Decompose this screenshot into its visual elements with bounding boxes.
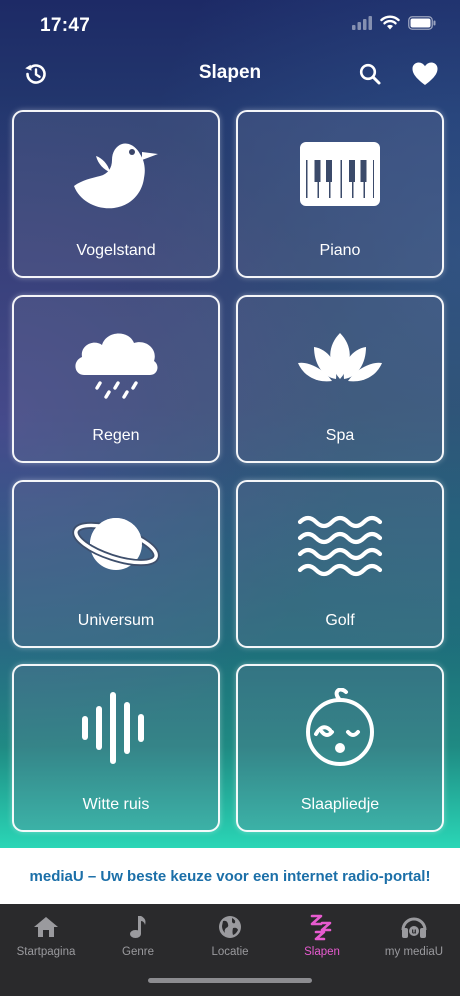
tab-label: Slapen xyxy=(304,946,340,958)
bird-icon xyxy=(74,143,158,209)
status-time: 17:47 xyxy=(40,15,91,36)
globe-icon xyxy=(219,916,241,938)
page-title: Slapen xyxy=(198,62,262,83)
home-indicator[interactable] xyxy=(148,978,312,983)
lotus-icon xyxy=(298,333,382,382)
tab-label: my mediaU xyxy=(384,946,444,958)
favorites-button[interactable] xyxy=(411,60,439,88)
tile-label: Slaapliedje xyxy=(300,796,380,813)
tab-label: Genre xyxy=(122,946,154,958)
tile-piano[interactable]: Piano xyxy=(236,110,444,278)
tab-genre[interactable]: Genre xyxy=(92,912,184,968)
status-bar: 17:47 xyxy=(0,0,460,48)
tile-slaapliedje[interactable]: Slaapliedje xyxy=(236,664,444,832)
tile-golf[interactable]: Golf xyxy=(236,480,444,648)
tab-label: Startpagina xyxy=(16,946,76,958)
music-note-icon xyxy=(130,916,146,938)
tile-label: Universum xyxy=(77,612,155,629)
tile-spa[interactable]: Spa xyxy=(236,295,444,463)
waves-icon xyxy=(297,515,383,577)
search-button[interactable] xyxy=(356,60,384,88)
tab-locatie[interactable]: Locatie xyxy=(184,912,276,968)
tab-my-mediau[interactable]: u my mediaU xyxy=(368,912,460,968)
rain-cloud-icon xyxy=(75,333,158,399)
system-icons xyxy=(352,15,436,35)
planet-icon xyxy=(72,518,160,570)
battery-icon xyxy=(408,15,436,35)
tab-startpagina[interactable]: Startpagina xyxy=(0,912,92,968)
promo-banner[interactable]: mediaU – Uw beste keuze voor een interne… xyxy=(0,848,460,904)
tile-universum[interactable]: Universum xyxy=(12,480,220,648)
search-icon xyxy=(359,63,381,85)
tile-label: Piano xyxy=(319,242,361,259)
tile-witte-ruis[interactable]: Witte ruis xyxy=(12,664,220,832)
wifi-icon xyxy=(380,15,400,35)
tile-vogelstand[interactable]: Vogelstand xyxy=(12,110,220,278)
home-icon xyxy=(34,917,58,937)
soundwave-icon xyxy=(82,692,144,764)
tab-label: Locatie xyxy=(211,946,249,958)
tile-label: Vogelstand xyxy=(76,242,156,259)
tab-slapen[interactable]: Slapen xyxy=(276,912,368,968)
baby-face-icon xyxy=(306,688,374,766)
tile-label: Golf xyxy=(325,612,355,629)
svg-text:u: u xyxy=(412,928,417,936)
tile-regen[interactable]: Regen xyxy=(12,295,220,463)
banner-text: mediaU – Uw beste keuze voor een interne… xyxy=(29,867,431,885)
tile-label: Spa xyxy=(325,427,355,444)
tile-label: Regen xyxy=(92,427,140,444)
piano-icon xyxy=(300,142,380,206)
cellular-signal-icon xyxy=(352,15,372,35)
tile-label: Witte ruis xyxy=(82,796,150,813)
headphones-icon: u xyxy=(401,917,427,938)
navigation-header: Slapen xyxy=(0,48,460,98)
zzz-icon xyxy=(310,914,332,941)
heart-icon xyxy=(412,62,438,85)
